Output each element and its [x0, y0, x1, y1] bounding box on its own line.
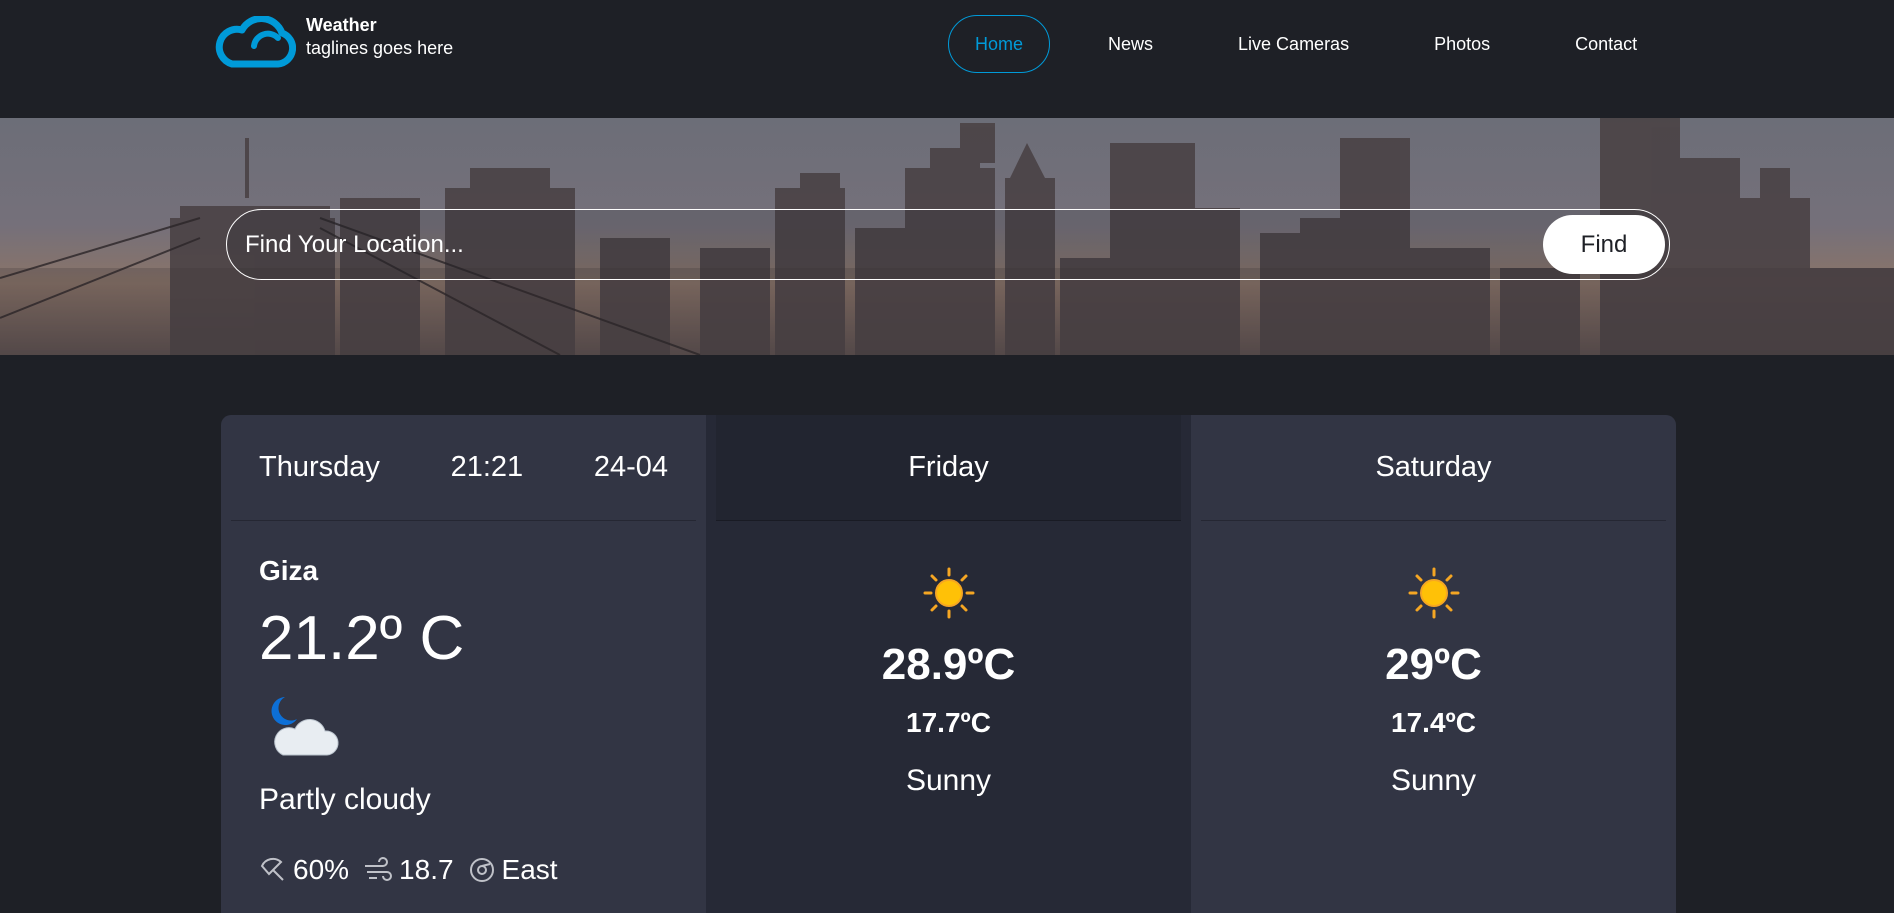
hero-banner: Find — [0, 118, 1894, 355]
brand[interactable]: Weather taglines goes here — [212, 14, 453, 68]
brand-tagline: taglines goes here — [306, 38, 454, 58]
nav-item-live-cameras[interactable]: Live Cameras — [1211, 15, 1376, 73]
friday-header: Friday — [716, 415, 1181, 521]
humidity-value: 60% — [293, 854, 350, 885]
location-search-input[interactable] — [245, 210, 1345, 279]
today-day: Thursday — [259, 451, 380, 483]
current-temperature: 21.2º C — [259, 604, 465, 673]
humidity-stat: 60% — [259, 854, 349, 886]
friday-condition: Sunny — [905, 764, 992, 797]
today-time: 21:21 — [450, 451, 524, 483]
location-search: Find — [226, 209, 1670, 280]
today-forecast-card: Thursday 21:21 24-04 Giza 21.2º C Partly… — [221, 415, 706, 913]
moon-cloud-icon — [271, 697, 339, 756]
wind-direction-value: East — [501, 854, 558, 885]
current-condition: Partly cloudy — [259, 783, 431, 816]
friday-low-temperature: 17.7ºC — [906, 707, 991, 738]
nav-item-contact[interactable]: Contact — [1548, 15, 1664, 73]
wind-direction-stat: East — [468, 854, 558, 886]
forecast-table: Thursday 21:21 24-04 Giza 21.2º C Partly… — [221, 415, 1676, 913]
today-date: 24-04 — [593, 451, 668, 483]
sun-icon — [1408, 567, 1459, 619]
nav-item-photos[interactable]: Photos — [1407, 15, 1517, 73]
sun-icon — [923, 567, 974, 619]
saturday-low-temperature: 17.4ºC — [1391, 707, 1476, 738]
main-nav: Home News Live Cameras Photos Contact — [948, 15, 1695, 73]
city-name: Giza — [259, 555, 319, 586]
saturday-condition: Sunny — [1390, 764, 1477, 797]
weather-stats: 60% 18.7 East — [259, 854, 706, 886]
saturday-high-temperature: 29ºC — [1385, 640, 1482, 689]
friday-forecast-card: Friday 28.9ºC 17.7ºC Sunny — [706, 415, 1191, 913]
cloud-logo-icon — [215, 16, 296, 68]
wind-speed-value: 18.7 — [399, 854, 454, 885]
wind-icon — [365, 857, 393, 881]
nav-item-news[interactable]: News — [1081, 15, 1180, 73]
find-button[interactable]: Find — [1543, 215, 1665, 274]
compass-icon — [469, 858, 494, 882]
nav-item-home[interactable]: Home — [948, 15, 1051, 73]
saturday-forecast-card: Saturday 29ºC 17.4ºC Sunny — [1191, 415, 1676, 913]
today-header: Thursday 21:21 24-04 — [231, 415, 696, 521]
umbrella-icon — [260, 857, 284, 881]
friday-high-temperature: 28.9ºC — [881, 640, 1016, 689]
site-header: Weather taglines goes here Home News Liv… — [0, 0, 1894, 118]
wind-speed-stat: 18.7 — [363, 854, 454, 886]
brand-name: Weather — [306, 15, 377, 35]
saturday-header: Saturday — [1201, 415, 1666, 521]
